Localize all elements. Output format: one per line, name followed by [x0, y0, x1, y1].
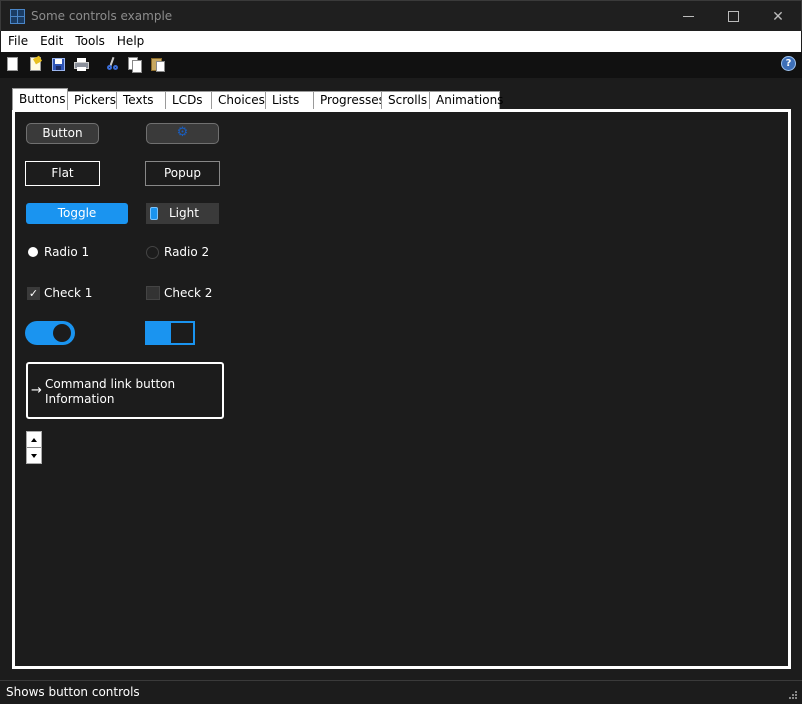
- command-link-description: Information: [45, 392, 115, 406]
- menu-bar: File Edit Tools Help: [1, 31, 801, 52]
- minimize-button[interactable]: [665, 1, 711, 32]
- switch-fill: [147, 323, 171, 343]
- tab-buttons[interactable]: Buttons: [12, 88, 68, 110]
- tab-lists[interactable]: Lists: [265, 91, 314, 110]
- help-icon[interactable]: ?: [781, 56, 796, 71]
- radio-1[interactable]: Radio 1: [26, 245, 106, 261]
- spin-down-button[interactable]: [27, 448, 41, 463]
- check-1-label: Check 1: [44, 286, 93, 300]
- open-icon[interactable]: [27, 55, 44, 73]
- flat-button[interactable]: Flat: [25, 161, 100, 186]
- save-icon[interactable]: [50, 56, 67, 73]
- tab-choices[interactable]: Choices: [211, 91, 266, 110]
- check-2-box: [146, 286, 160, 300]
- toggle-switch-square[interactable]: [145, 321, 195, 345]
- menu-tools[interactable]: Tools: [69, 31, 111, 52]
- light-indicator: [150, 207, 158, 220]
- switch-slot: [171, 323, 193, 343]
- copy-icon[interactable]: [127, 56, 144, 73]
- minimize-icon: [682, 16, 694, 17]
- check-2[interactable]: Check 2: [146, 286, 226, 302]
- menu-help[interactable]: Help: [111, 31, 150, 52]
- light-button-label: Light: [169, 206, 199, 220]
- check-icon: ✓: [28, 287, 39, 300]
- print-icon[interactable]: [73, 56, 90, 73]
- light-button[interactable]: Light: [146, 203, 219, 224]
- arrow-down-icon: [31, 453, 37, 458]
- app-window-icon: [10, 9, 25, 24]
- push-button[interactable]: Button: [26, 123, 99, 144]
- close-icon: ✕: [772, 8, 784, 25]
- popup-button[interactable]: Popup: [145, 161, 220, 186]
- status-bar: Shows button controls: [0, 680, 802, 704]
- size-grip-icon[interactable]: [788, 690, 798, 700]
- tab-animations[interactable]: Animations: [429, 91, 503, 110]
- radio-2-label: Radio 2: [164, 245, 210, 259]
- close-button[interactable]: ✕: [755, 1, 801, 32]
- title-bar: Some controls example ✕: [0, 0, 802, 31]
- cut-icon[interactable]: [104, 56, 121, 73]
- arrow-up-icon: [31, 437, 37, 442]
- arrow-right-icon: →: [31, 383, 42, 398]
- radio-2[interactable]: Radio 2: [146, 245, 226, 261]
- paste-icon[interactable]: [150, 56, 167, 73]
- status-text: Shows button controls: [6, 685, 140, 699]
- gear-icon: ⚙: [176, 125, 189, 140]
- tab-pickers[interactable]: Pickers: [67, 91, 117, 110]
- menu-edit[interactable]: Edit: [34, 31, 69, 52]
- toolbar: [0, 52, 802, 78]
- command-link-button[interactable]: → Command link button Information: [26, 362, 224, 419]
- check-1-box: ✓: [27, 287, 40, 300]
- tab-texts[interactable]: Texts: [116, 91, 166, 110]
- spin-buttons: [26, 431, 42, 464]
- new-document-icon[interactable]: [4, 56, 21, 73]
- toggle-button[interactable]: Toggle: [26, 203, 128, 224]
- radio-1-label: Radio 1: [44, 245, 90, 259]
- command-link-title: Command link button: [45, 377, 176, 391]
- window-title: Some controls example: [31, 9, 173, 23]
- spin-up-button[interactable]: [27, 432, 41, 447]
- maximize-button[interactable]: [710, 1, 756, 32]
- toggle-switch-round[interactable]: [25, 321, 75, 345]
- switch-knob: [53, 324, 71, 342]
- radio-1-indicator: [28, 247, 38, 257]
- check-1[interactable]: ✓ Check 1: [26, 286, 106, 302]
- check-2-label: Check 2: [164, 286, 213, 300]
- tab-progresses[interactable]: Progresses: [313, 91, 385, 110]
- radio-2-indicator: [146, 246, 159, 259]
- icon-button[interactable]: ⚙: [146, 123, 219, 144]
- tab-scrolls[interactable]: Scrolls: [381, 91, 430, 110]
- maximize-icon: [727, 11, 739, 22]
- menu-file[interactable]: File: [2, 31, 34, 52]
